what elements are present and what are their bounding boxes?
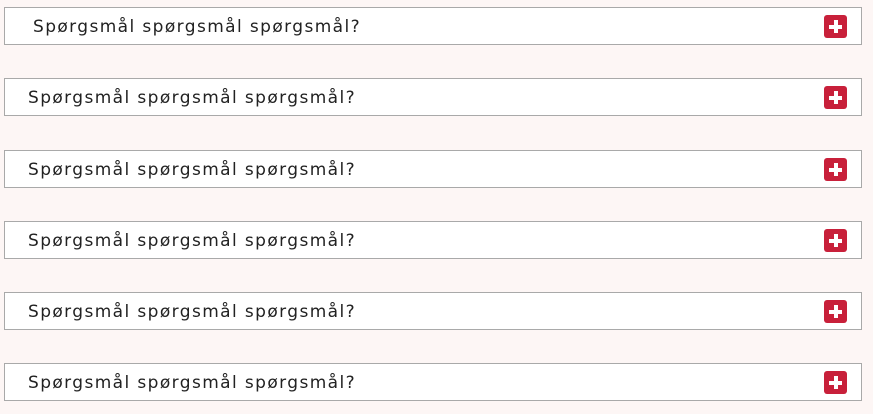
faq-item[interactable]: Spørgsmål spørgsmål spørgsmål? xyxy=(4,78,862,116)
faq-question: Spørgsmål spørgsmål spørgsmål? xyxy=(33,17,362,37)
expand-button[interactable] xyxy=(824,15,847,38)
faq-item[interactable]: Spørgsmål spørgsmål spørgsmål? xyxy=(4,221,862,259)
expand-button[interactable] xyxy=(824,300,847,323)
faq-item[interactable]: Spørgsmål spørgsmål spørgsmål? xyxy=(4,363,862,401)
faq-question: Spørgsmål spørgsmål spørgsmål? xyxy=(28,302,357,322)
faq-question: Spørgsmål spørgsmål spørgsmål? xyxy=(28,373,357,393)
expand-button[interactable] xyxy=(824,371,847,394)
expand-button[interactable] xyxy=(824,86,847,109)
faq-item[interactable]: Spørgsmål spørgsmål spørgsmål? xyxy=(4,150,862,188)
faq-question: Spørgsmål spørgsmål spørgsmål? xyxy=(28,160,357,180)
faq-question: Spørgsmål spørgsmål spørgsmål? xyxy=(28,231,357,251)
faq-item[interactable]: Spørgsmål spørgsmål spørgsmål? xyxy=(4,7,862,45)
faq-item[interactable]: Spørgsmål spørgsmål spørgsmål? xyxy=(4,292,862,330)
expand-button[interactable] xyxy=(824,158,847,181)
expand-button[interactable] xyxy=(824,229,847,252)
faq-question: Spørgsmål spørgsmål spørgsmål? xyxy=(28,88,357,108)
